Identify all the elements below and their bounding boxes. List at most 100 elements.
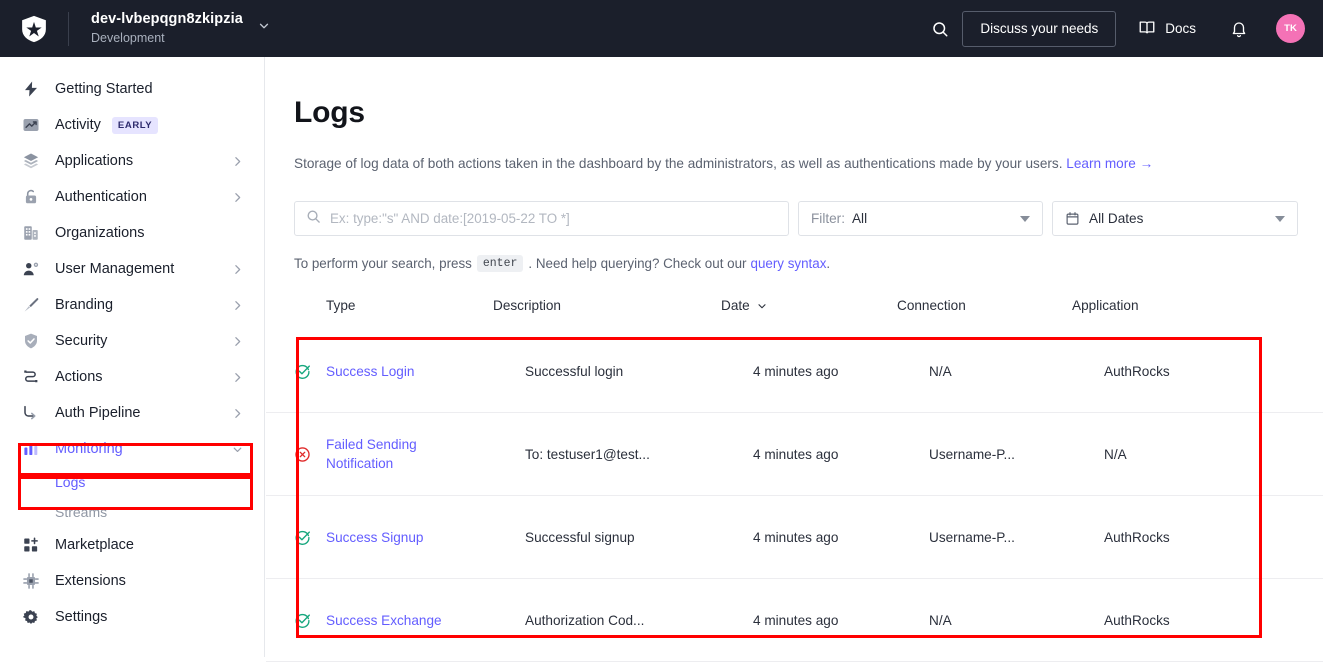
paintbrush-icon <box>22 296 44 314</box>
table-row[interactable]: Failed Sending Notification To: testuser… <box>266 413 1323 496</box>
page-title: Logs <box>294 96 1323 130</box>
top-bar: dev-lvbepqgn8zkipzia Development Discuss… <box>0 0 1323 57</box>
sidebar-subitem-streams[interactable]: Streams <box>0 497 264 527</box>
log-application: AuthRocks <box>1104 613 1284 628</box>
pipeline-icon <box>22 404 44 422</box>
header-actions: Discuss your needs Docs TK <box>918 11 1323 47</box>
log-connection: Username-P... <box>929 447 1104 462</box>
sidebar-item-label: Actions <box>55 369 103 385</box>
sidebar-item-settings[interactable]: Settings <box>0 599 264 635</box>
log-type-link[interactable]: Success Login <box>326 362 525 381</box>
log-date: 4 minutes ago <box>753 530 929 545</box>
chevron-right-icon <box>231 191 244 204</box>
status-badge: EARLY <box>112 117 158 134</box>
sidebar-item-label: Branding <box>55 297 113 313</box>
bolt-icon <box>22 80 44 98</box>
page-description-text: Storage of log data of both actions take… <box>294 156 1063 171</box>
column-header-description[interactable]: Description <box>493 298 721 313</box>
log-connection: N/A <box>929 364 1104 379</box>
sidebar-item-auth-pipeline[interactable]: Auth Pipeline <box>0 395 264 431</box>
chevron-down-icon <box>756 300 768 312</box>
chevron-right-icon <box>231 299 244 312</box>
logs-table: Type Description Date Connection Applica… <box>266 298 1323 662</box>
sidebar-item-label: Auth Pipeline <box>55 405 140 421</box>
table-row[interactable]: Success Login Successful login 4 minutes… <box>266 330 1323 413</box>
extensions-icon <box>22 572 44 590</box>
log-date: 4 minutes ago <box>753 364 929 379</box>
search-hint: To perform your search, press enter . Ne… <box>294 255 1323 272</box>
log-description: To: testuser1@test... <box>525 447 753 462</box>
log-description: Successful signup <box>525 530 753 545</box>
log-type-link[interactable]: Failed Sending Notification <box>326 435 525 473</box>
sidebar-item-monitoring[interactable]: Monitoring <box>0 431 264 467</box>
bell-icon[interactable] <box>1230 20 1248 38</box>
column-header-type[interactable]: Type <box>294 298 493 313</box>
actions-flow-icon <box>22 368 44 386</box>
log-type-label: Failed Sending Notification <box>326 435 436 473</box>
column-label: Date <box>721 298 750 313</box>
filter-value: All <box>852 211 867 226</box>
sidebar-item-branding[interactable]: Branding <box>0 287 264 323</box>
column-label: Description <box>493 298 561 313</box>
search-input[interactable]: Ex: type:"s" AND date:[2019-05-22 TO *] <box>294 201 789 236</box>
chevron-right-icon <box>231 407 244 420</box>
table-row[interactable]: Success Exchange Authorization Cod... 4 … <box>266 579 1323 662</box>
discuss-your-needs-button[interactable]: Discuss your needs <box>962 11 1116 47</box>
sidebar-item-extensions[interactable]: Extensions <box>0 563 264 599</box>
date-select[interactable]: All Dates <box>1052 201 1298 236</box>
check-circle-icon <box>294 363 326 380</box>
sidebar-item-marketplace[interactable]: Marketplace <box>0 527 264 563</box>
marketplace-grid-icon <box>22 536 44 554</box>
table-row[interactable]: Success Signup Successful signup 4 minut… <box>266 496 1323 579</box>
check-circle-icon <box>294 612 326 629</box>
sidebar-item-activity[interactable]: Activity EARLY <box>0 107 264 143</box>
search-icon[interactable] <box>918 20 962 38</box>
sidebar-item-user-management[interactable]: User Management <box>0 251 264 287</box>
log-date: 4 minutes ago <box>753 447 929 462</box>
calendar-icon <box>1065 211 1080 226</box>
sidebar-subitem-logs[interactable]: Logs <box>0 467 264 497</box>
tenant-environment: Development <box>91 30 243 47</box>
column-header-date[interactable]: Date <box>721 298 897 313</box>
page-description: Storage of log data of both actions take… <box>294 156 1323 171</box>
log-type-link[interactable]: Success Exchange <box>326 611 525 630</box>
sidebar-item-label: Organizations <box>55 225 144 241</box>
chevron-down-icon <box>231 443 244 456</box>
learn-more-link[interactable]: Learn more → <box>1066 156 1153 171</box>
sidebar-item-getting-started[interactable]: Getting Started <box>0 71 264 107</box>
sidebar-item-actions[interactable]: Actions <box>0 359 264 395</box>
filter-select[interactable]: Filter: All <box>798 201 1043 236</box>
filter-controls: Ex: type:"s" AND date:[2019-05-22 TO *] … <box>294 201 1323 236</box>
sidebar: Getting Started Activity EARLY Applicati… <box>0 57 265 657</box>
hint-suffix: . <box>826 256 830 271</box>
sidebar-item-label: Authentication <box>55 189 147 205</box>
sidebar-item-organizations[interactable]: Organizations <box>0 215 264 251</box>
log-type-link[interactable]: Success Signup <box>326 528 525 547</box>
docs-link[interactable]: Docs <box>1138 18 1196 39</box>
sidebar-item-authentication[interactable]: Authentication <box>0 179 264 215</box>
tenant-name: dev-lvbepqgn8zkipzia <box>91 10 243 29</box>
query-syntax-link[interactable]: query syntax <box>751 256 827 271</box>
sidebar-item-label: Applications <box>55 153 133 169</box>
sidebar-item-applications[interactable]: Applications <box>0 143 264 179</box>
avatar[interactable]: TK <box>1276 14 1305 43</box>
search-icon <box>306 209 321 229</box>
docs-label: Docs <box>1165 21 1196 36</box>
column-header-connection[interactable]: Connection <box>897 298 1072 313</box>
column-header-application[interactable]: Application <box>1072 298 1252 313</box>
gear-icon <box>22 608 44 626</box>
hint-middle: . Need help querying? Check out our <box>528 256 746 271</box>
tenant-selector[interactable]: dev-lvbepqgn8zkipzia Development <box>91 10 271 47</box>
table-header-row: Type Description Date Connection Applica… <box>266 298 1323 330</box>
sidebar-item-label: Monitoring <box>55 441 123 457</box>
main-content: Logs Storage of log data of both actions… <box>266 57 1323 657</box>
sidebar-item-security[interactable]: Security <box>0 323 264 359</box>
sidebar-item-label: User Management <box>55 261 174 277</box>
column-label: Connection <box>897 298 966 313</box>
header-divider <box>68 12 69 46</box>
building-icon <box>22 224 44 242</box>
sidebar-item-label: Activity <box>55 117 101 133</box>
layers-icon <box>22 152 44 170</box>
auth0-logo-icon[interactable] <box>0 14 68 44</box>
column-label: Type <box>326 298 355 313</box>
